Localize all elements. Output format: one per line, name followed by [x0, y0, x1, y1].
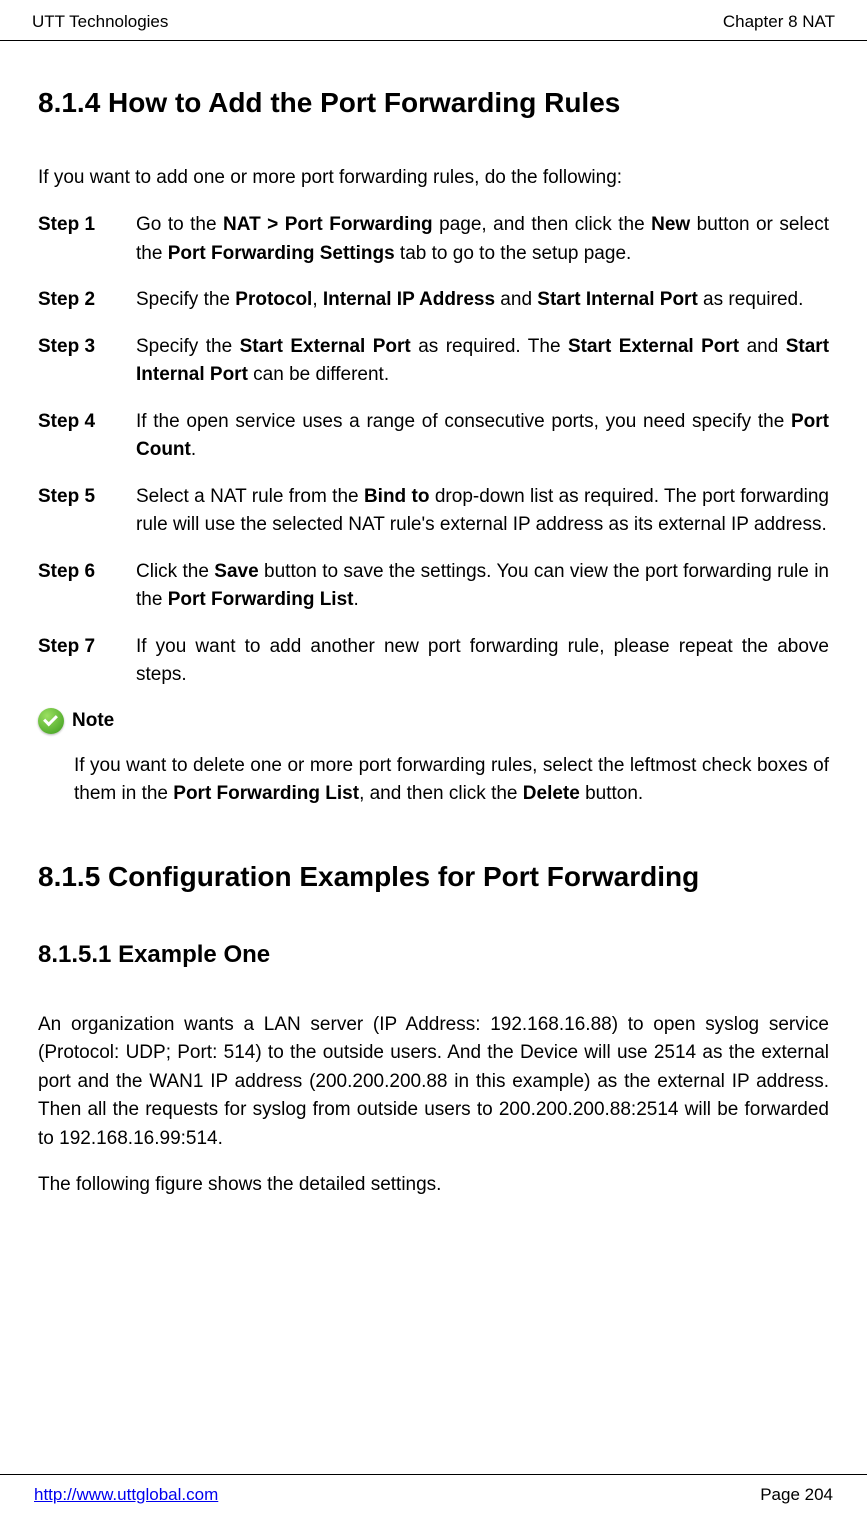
step-label: Step 7 — [38, 633, 136, 690]
page-footer: http://www.uttglobal.com Page 204 — [0, 1474, 867, 1523]
step-7: Step 7 If you want to add another new po… — [38, 633, 829, 690]
header-right: Chapter 8 NAT — [723, 12, 835, 32]
step-label: Step 1 — [38, 211, 136, 268]
step-text: Select a NAT rule from the Bind to drop-… — [136, 483, 829, 540]
step-label: Step 4 — [38, 408, 136, 465]
page-header: UTT Technologies Chapter 8 NAT — [0, 0, 867, 41]
step-text: Specify the Start External Port as requi… — [136, 333, 829, 390]
step-label: Step 3 — [38, 333, 136, 390]
subsection-heading-8151: 8.1.5.1 Example One — [38, 941, 829, 969]
example-paragraph-2: The following figure shows the detailed … — [38, 1171, 829, 1200]
note-label: Note — [72, 710, 114, 732]
header-left: UTT Technologies — [32, 12, 168, 32]
step-text: If you want to add another new port forw… — [136, 633, 829, 690]
page-number: Page 204 — [760, 1485, 833, 1505]
step-label: Step 2 — [38, 286, 136, 315]
step-text: Go to the NAT > Port Forwarding page, an… — [136, 211, 829, 268]
intro-text: If you want to add one or more port forw… — [38, 167, 829, 189]
example-paragraph-1: An organization wants a LAN server (IP A… — [38, 1011, 829, 1154]
step-text: Specify the Protocol, Internal IP Addres… — [136, 286, 829, 315]
step-text: If the open service uses a range of cons… — [136, 408, 829, 465]
step-2: Step 2 Specify the Protocol, Internal IP… — [38, 286, 829, 315]
step-5: Step 5 Select a NAT rule from the Bind t… — [38, 483, 829, 540]
step-3: Step 3 Specify the Start External Port a… — [38, 333, 829, 390]
section-heading-815: 8.1.5 Configuration Examples for Port Fo… — [38, 861, 829, 893]
note-box: Note If you want to delete one or more p… — [38, 708, 829, 809]
footer-link[interactable]: http://www.uttglobal.com — [34, 1485, 218, 1505]
note-text: If you want to delete one or more port f… — [38, 752, 829, 809]
section-heading-814: 8.1.4 How to Add the Port Forwarding Rul… — [38, 87, 829, 119]
note-header: Note — [38, 708, 829, 734]
step-4: Step 4 If the open service uses a range … — [38, 408, 829, 465]
step-label: Step 5 — [38, 483, 136, 540]
check-icon — [38, 708, 64, 734]
step-text: Click the Save button to save the settin… — [136, 558, 829, 615]
page-content: 8.1.4 How to Add the Port Forwarding Rul… — [0, 41, 867, 1200]
step-label: Step 6 — [38, 558, 136, 615]
step-1: Step 1 Go to the NAT > Port Forwarding p… — [38, 211, 829, 268]
step-6: Step 6 Click the Save button to save the… — [38, 558, 829, 615]
